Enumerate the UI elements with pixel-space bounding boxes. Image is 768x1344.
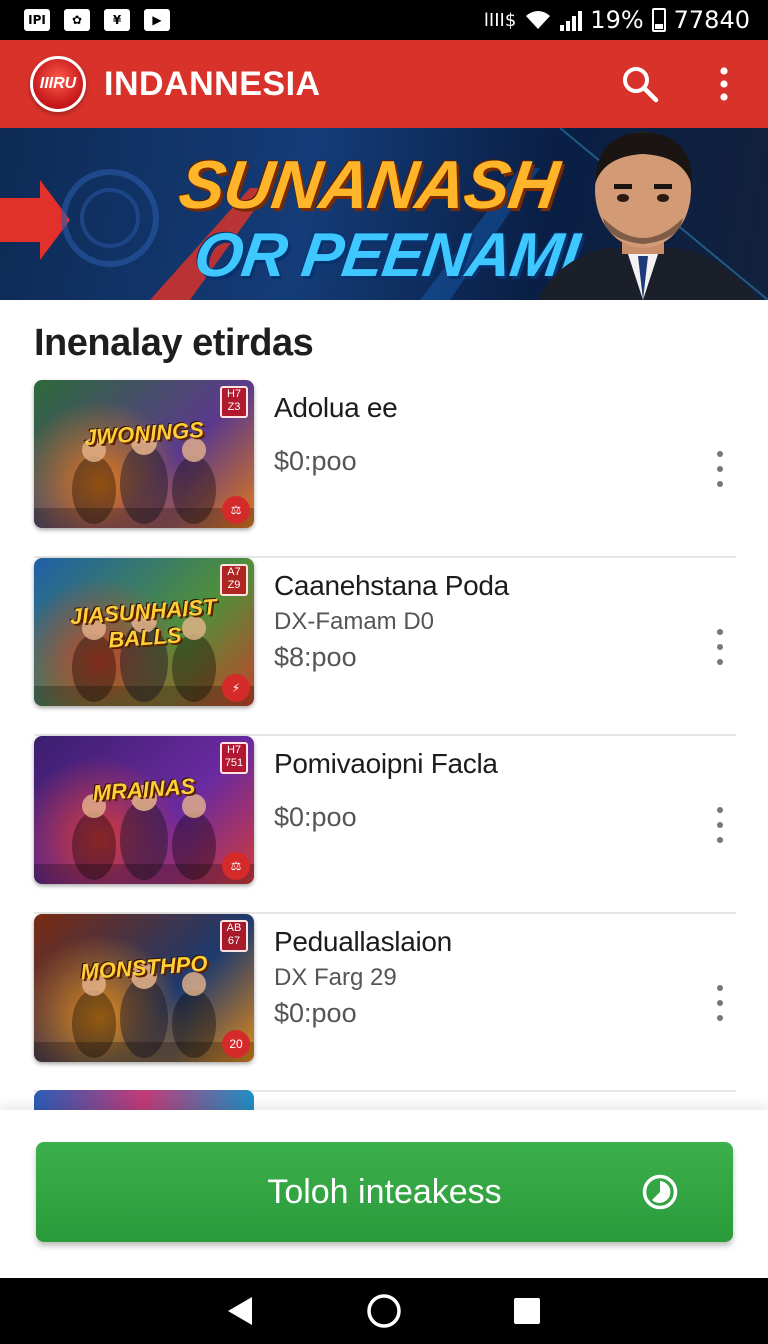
thumbnail-rating-badge: H7 Z3 — [220, 386, 248, 418]
notification-icon-2: ✿ — [64, 9, 90, 31]
more-vert-icon — [720, 67, 728, 101]
timer-icon — [642, 1174, 678, 1210]
item-more-button[interactable] — [710, 627, 730, 667]
item-info: Pomivaoipni Facla $0:poo — [274, 736, 768, 833]
app-bar-actions — [620, 64, 744, 104]
banner-headline: SUNANASH — [174, 147, 563, 223]
game-thumbnail[interactable]: MONSTHPO AB 67 20 — [34, 914, 254, 1062]
item-more-button[interactable] — [710, 805, 730, 845]
list-item[interactable]: MRAINAS H7 751 ⚖ Pomivaoipni Facla $0:po… — [0, 736, 768, 914]
notification-icon-4: ▶ — [144, 9, 170, 31]
back-icon — [228, 1297, 253, 1325]
bottom-action-bar: Toloh inteakess — [0, 1110, 768, 1278]
status-right: lIII$ 19% 77840 — [484, 6, 750, 34]
item-info: Caanehstana Poda DX-Famam D0 $8:poo — [274, 558, 768, 673]
thumbnail-corner-badge: ⚡ — [222, 674, 250, 702]
more-dot — [717, 481, 723, 487]
app-bar: IIIRU INDANNESIA — [0, 40, 768, 128]
status-time: 77840 — [673, 6, 750, 34]
battery-icon — [651, 8, 666, 32]
list-item[interactable]: MONSTHPO AB 67 20 Peduallaslaion DX Farg… — [0, 914, 768, 1092]
thumbnail-corner-badge: 20 — [222, 1030, 250, 1058]
more-dot — [717, 807, 723, 813]
search-icon — [623, 67, 659, 103]
game-thumbnail[interactable]: JWONINGS H7 Z3 ⚖ — [34, 380, 254, 528]
item-price: $8:poo — [274, 642, 357, 672]
recents-button[interactable] — [507, 1291, 547, 1331]
list-item[interactable]: JWONINGS H7 Z3 ⚖ Adolua ee $0:poo — [0, 380, 768, 558]
status-bar: IPI ✿ ¥ ▶ lIII$ 19% 77840 — [0, 0, 768, 40]
item-price: $0:poo — [274, 802, 357, 832]
item-more-button[interactable] — [710, 983, 730, 1023]
item-info: Peduallaslaion DX Farg 29 $0:poo — [274, 914, 768, 1029]
more-dot — [717, 451, 723, 457]
cta-label: Toloh inteakess — [267, 1172, 502, 1211]
notification-icon-1: IPI — [24, 9, 50, 31]
system-nav-bar — [0, 1278, 768, 1344]
more-dot — [717, 629, 723, 635]
battery-percent: 19% — [590, 6, 644, 34]
game-thumbnail[interactable]: MRAINAS H7 751 ⚖ — [34, 736, 254, 884]
thumbnail-rating-badge: H7 751 — [220, 742, 248, 774]
promo-banner[interactable]: SUNANASH OR PEENAMI — [0, 128, 768, 300]
status-left-icons: IPI ✿ ¥ ▶ — [24, 9, 170, 31]
home-button[interactable] — [364, 1291, 404, 1331]
recents-icon — [513, 1298, 540, 1324]
thumbnail-corner-badge: ⚖ — [222, 852, 250, 880]
logo-text: IIIRU — [39, 75, 77, 92]
item-more-button[interactable] — [710, 449, 730, 489]
more-dot — [717, 837, 723, 843]
more-dot — [717, 466, 723, 472]
thumbnail-rating-badge: AB 67 — [220, 920, 248, 952]
banner-person-image — [538, 132, 758, 300]
app-logo[interactable]: IIIRU — [30, 56, 86, 112]
thumbnail-rating-badge: A7 Z9 — [220, 564, 248, 596]
item-price: $0:poo — [274, 446, 357, 476]
more-dot — [717, 985, 723, 991]
game-thumbnail[interactable]: JIASUNHAIST BALLS A7 Z9 ⚡ — [34, 558, 254, 706]
item-name: Caanehstana Poda — [274, 570, 509, 601]
more-dot — [717, 644, 723, 650]
item-subtitle: DX Farg 29 — [274, 964, 397, 991]
back-button[interactable] — [221, 1291, 261, 1331]
item-name: Adolua ee — [274, 392, 398, 423]
section-title: Inenalay etirdas — [34, 322, 314, 364]
game-list: JWONINGS H7 Z3 ⚖ Adolua ee $0:poo JIASUN… — [0, 380, 768, 1092]
list-item[interactable]: JIASUNHAIST BALLS A7 Z9 ⚡ Caanehstana Po… — [0, 558, 768, 736]
app-title: INDANNESIA — [104, 64, 321, 103]
home-icon — [367, 1294, 401, 1328]
item-name: Peduallaslaion — [274, 926, 452, 957]
item-info: Adolua ee $0:poo — [274, 380, 768, 477]
primary-cta-button[interactable]: Toloh inteakess — [36, 1142, 733, 1242]
notification-icon-3: ¥ — [104, 9, 130, 31]
item-name: Pomivaoipni Facla — [274, 748, 498, 779]
wifi-icon — [526, 11, 551, 29]
more-dot — [717, 659, 723, 665]
more-dot — [717, 1000, 723, 1006]
search-button[interactable] — [620, 64, 660, 104]
item-price: $0:poo — [274, 998, 357, 1028]
more-dot — [717, 1015, 723, 1021]
overflow-menu-button[interactable] — [704, 64, 744, 104]
carrier-label: lIII$ — [483, 9, 517, 31]
signal-icon — [560, 9, 583, 31]
thumbnail-corner-badge: ⚖ — [222, 496, 250, 524]
item-subtitle: DX-Famam D0 — [274, 608, 435, 635]
more-dot — [717, 822, 723, 828]
